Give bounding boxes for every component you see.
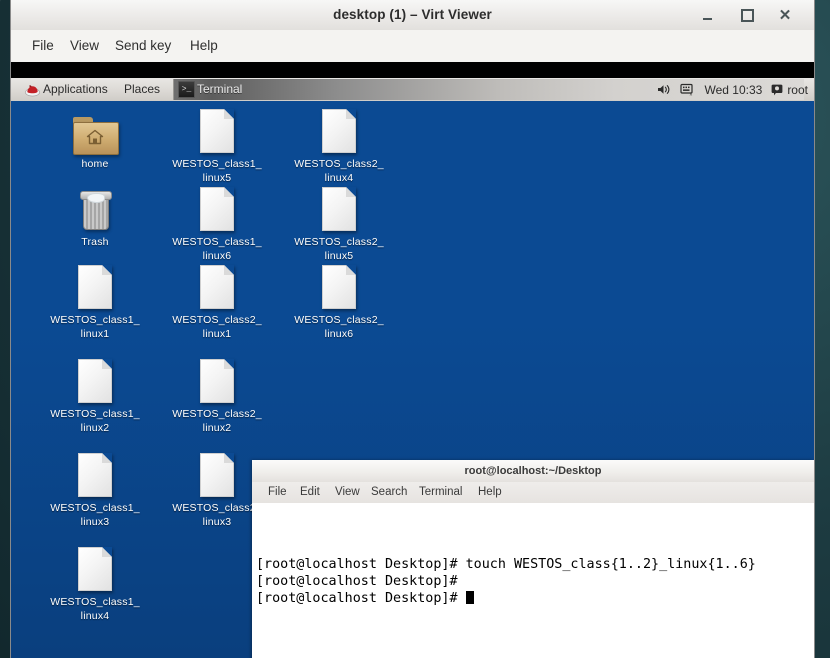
terminal-title: root@localhost:~/Desktop xyxy=(464,465,602,477)
user-icon xyxy=(771,84,783,95)
desktop-icon[interactable]: home xyxy=(35,105,155,171)
file-icon xyxy=(200,359,234,403)
desktop-icon-art xyxy=(279,183,399,231)
terminal-menu-edit[interactable]: Edit xyxy=(293,482,327,503)
terminal-line: [root@localhost Desktop]# xyxy=(256,574,458,589)
desktop-icon-label: WESTOS_class1_ linux3 xyxy=(50,502,140,528)
desktop-icon-label: WESTOS_class2_ linux1 xyxy=(172,314,262,340)
desktop-icon[interactable]: WESTOS_class2_ linux5 xyxy=(279,183,399,263)
terminal-cursor xyxy=(465,591,474,604)
taskbar-button-label: Terminal xyxy=(197,82,243,96)
close-button[interactable]: ✕ xyxy=(770,0,800,30)
terminal-titlebar[interactable]: root@localhost:~/Desktop xyxy=(252,460,814,483)
terminal-menu-terminal[interactable]: Terminal xyxy=(412,482,469,503)
svg-text:x: x xyxy=(690,91,693,96)
file-icon xyxy=(200,187,234,231)
file-icon xyxy=(78,453,112,497)
desktop-icon-label: Trash xyxy=(81,236,109,248)
file-icon xyxy=(78,359,112,403)
desktop-icon-art xyxy=(157,105,277,153)
desktop-icon-label: WESTOS_class1_ linux1 xyxy=(50,314,140,340)
desktop-icon[interactable]: WESTOS_class1_ linux5 xyxy=(157,105,277,185)
desktop-icon-art xyxy=(157,183,277,231)
terminal-menubar: File Edit View Search Terminal Help xyxy=(252,482,814,504)
redhat-icon xyxy=(25,85,40,97)
keyboard-icon[interactable]: x xyxy=(680,83,695,96)
file-icon xyxy=(78,265,112,309)
desktop-icon-label: WESTOS_class1_ linux5 xyxy=(172,158,262,184)
terminal-window: root@localhost:~/Desktop File Edit View … xyxy=(252,460,814,658)
panel-tray: x Wed 10:33 root xyxy=(657,78,808,101)
terminal-menu-help[interactable]: Help xyxy=(471,482,509,503)
close-icon: ✕ xyxy=(778,6,792,24)
desktop-icon-label: home xyxy=(81,158,109,170)
desktop-icon-art xyxy=(35,355,155,403)
desktop-icon-label: WESTOS_class2_ linux2 xyxy=(172,408,262,434)
terminal-icon: >_ xyxy=(178,81,195,98)
file-icon xyxy=(200,453,234,497)
desktop-icon-art xyxy=(35,261,155,309)
folder-icon xyxy=(73,117,119,155)
terminal-menu-file[interactable]: File xyxy=(261,482,294,503)
desktop-icon-label: WESTOS_class2_ linux4 xyxy=(294,158,384,184)
file-icon xyxy=(322,187,356,231)
desktop-icon[interactable]: WESTOS_class1_ linux4 xyxy=(35,543,155,623)
panel-clock[interactable]: Wed 10:33 xyxy=(704,83,762,97)
menu-file[interactable]: File xyxy=(23,30,63,62)
file-icon xyxy=(322,109,356,153)
desktop-icon-art xyxy=(35,543,155,591)
menu-help[interactable]: Help xyxy=(181,30,227,62)
terminal-menu-view[interactable]: View xyxy=(328,482,367,503)
terminal-output[interactable]: [root@localhost Desktop]# touch WESTOS_c… xyxy=(252,503,814,658)
desktop-icon-art xyxy=(279,261,399,309)
desktop-icon-art xyxy=(35,105,155,155)
desktop-icon[interactable]: WESTOS_class2_ linux4 xyxy=(279,105,399,185)
desktop-icon[interactable]: WESTOS_class1_ linux3 xyxy=(35,449,155,529)
panel-places-menu[interactable]: Places xyxy=(124,78,160,101)
desktop-icon[interactable]: Trash xyxy=(35,183,155,249)
desktop-icon-art xyxy=(157,261,277,309)
desktop-icon[interactable]: WESTOS_class1_ linux6 xyxy=(157,183,277,263)
desktop-icon-label: WESTOS_class1_ linux4 xyxy=(50,596,140,622)
desktop-icon-label: WESTOS_class1_ linux6 xyxy=(172,236,262,262)
desktop-icon[interactable]: WESTOS_class2_ linux1 xyxy=(157,261,277,341)
desktop-icon-art xyxy=(279,105,399,153)
desktop-icon-art xyxy=(35,183,155,231)
desktop-icon-art xyxy=(157,355,277,403)
menu-view[interactable]: View xyxy=(61,30,108,62)
vm-screen: Applications Places >_ Terminal x Wed 10… xyxy=(11,62,814,658)
gnome-panel: Applications Places >_ Terminal x Wed 10… xyxy=(11,78,814,102)
desktop-icon-label: WESTOS_class2_ linux6 xyxy=(294,314,384,340)
menu-send-key[interactable]: Send key xyxy=(106,30,180,62)
desktop-icon[interactable]: WESTOS_class2_ linux2 xyxy=(157,355,277,435)
desktop-icon[interactable]: WESTOS_class1_ linux1 xyxy=(35,261,155,341)
virt-viewer-window: desktop (1) – Virt Viewer ✕ File View Se… xyxy=(11,0,814,658)
desktop-icon-art xyxy=(35,449,155,497)
panel-user-label: root xyxy=(787,82,808,97)
trash-icon xyxy=(79,191,112,231)
desktop-icon[interactable]: WESTOS_class1_ linux2 xyxy=(35,355,155,435)
panel-user-menu[interactable]: root xyxy=(771,83,808,97)
terminal-line: [root@localhost Desktop]# touch WESTOS_c… xyxy=(256,557,756,572)
volume-icon[interactable] xyxy=(657,83,671,96)
maximize-button[interactable] xyxy=(732,0,762,30)
terminal-line: [root@localhost Desktop]# xyxy=(256,590,814,607)
desktop-icon[interactable]: WESTOS_class2_ linux6 xyxy=(279,261,399,341)
desktop-icon-label: WESTOS_class2_ linux5 xyxy=(294,236,384,262)
panel-applications-menu[interactable]: Applications xyxy=(43,78,108,101)
virt-viewer-menubar: File View Send key Help xyxy=(11,30,814,63)
file-icon xyxy=(200,265,234,309)
virt-viewer-titlebar[interactable]: desktop (1) – Virt Viewer ✕ xyxy=(11,0,814,31)
vm-letterbox xyxy=(11,62,814,78)
file-icon xyxy=(322,265,356,309)
terminal-menu-search[interactable]: Search xyxy=(364,482,414,503)
desktop-icon-label: WESTOS_class1_ linux2 xyxy=(50,408,140,434)
file-icon xyxy=(78,547,112,591)
file-icon xyxy=(200,109,234,153)
minimize-button[interactable] xyxy=(692,0,722,30)
